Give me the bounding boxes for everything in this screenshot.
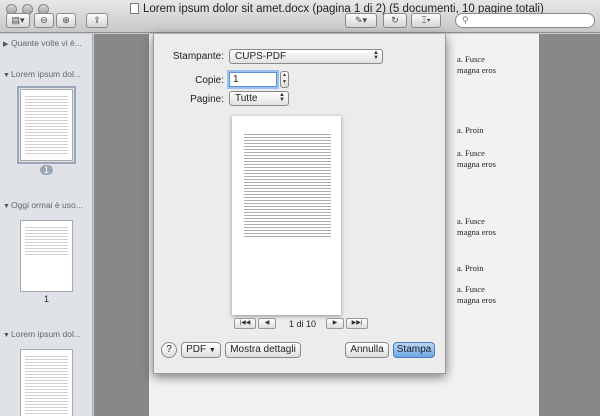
- select-icon: ⌶▾: [421, 15, 431, 25]
- zoom-out-button[interactable]: ⊖: [34, 13, 54, 28]
- cancel-button[interactable]: Annulla: [345, 342, 389, 358]
- search-field[interactable]: ⚲: [455, 13, 595, 28]
- disclosure-triangle-icon[interactable]: ▼: [3, 69, 11, 81]
- select-tool-button[interactable]: ⌶▾: [411, 13, 441, 28]
- zoom-in-icon: ⊕: [62, 15, 70, 25]
- last-page-button[interactable]: ▶▶|: [346, 318, 368, 329]
- next-page-button[interactable]: ▶: [326, 318, 344, 329]
- first-page-button[interactable]: |◀◀: [234, 318, 256, 329]
- first-page-icon: |◀◀: [239, 320, 251, 326]
- page-number-label: 1: [43, 294, 49, 304]
- show-details-button[interactable]: Mostra dettagli: [225, 342, 301, 358]
- up-down-arrows-icon: ▲ ▼: [279, 92, 285, 103]
- document-icon: [130, 3, 139, 14]
- share-icon: ⇪: [93, 15, 101, 25]
- help-button[interactable]: ?: [161, 342, 177, 358]
- zoom-in-button[interactable]: ⊕: [56, 13, 76, 28]
- sidebar-group-4[interactable]: ▼Lorem ipsum dol...: [0, 327, 92, 341]
- sidebar-group-2[interactable]: ▼Lorem ipsum dol...: [0, 67, 92, 81]
- copies-field[interactable]: 1: [229, 72, 277, 87]
- rotate-icon: ↻: [391, 15, 399, 25]
- print-dialog: Stampante: CUPS-PDF ▲ ▼ Copie: 1 ▲ ▼ Pagine…: [153, 34, 446, 374]
- sidebar: ▶ Quante volte vi è... ▼Lorem ipsum dol..…: [0, 34, 93, 416]
- page-thumbnail[interactable]: [17, 86, 76, 164]
- disclosure-triangle-icon[interactable]: ▼: [3, 200, 11, 212]
- previous-page-button[interactable]: ◀: [258, 318, 276, 329]
- zoom-out-icon: ⊖: [40, 15, 48, 25]
- window-title: Lorem ipsum dolor sit amet.docx (pagina …: [130, 3, 544, 15]
- pen-icon: ✎▾: [354, 15, 368, 25]
- last-page-icon: ▶▶|: [351, 320, 363, 326]
- rotate-button[interactable]: ↻: [383, 13, 407, 28]
- page-indicator: 1 di 10: [289, 319, 317, 329]
- pages-label: Pagine:: [190, 94, 224, 105]
- disclosure-triangle-icon[interactable]: ▼: [3, 329, 11, 341]
- annotate-button[interactable]: ✎▾: [345, 13, 377, 28]
- share-button[interactable]: ⇪: [86, 13, 108, 28]
- disclosure-triangle-icon[interactable]: ▶: [3, 38, 11, 50]
- sidebar-toggle-button[interactable]: ▤▾: [6, 13, 30, 28]
- title-bar: Lorem ipsum dolor sit amet.docx (pagina …: [0, 0, 600, 33]
- print-preview: [232, 116, 341, 315]
- sidebar-group-3[interactable]: ▼Oggi ormai è uso...: [0, 198, 92, 212]
- up-down-arrows-icon: ▲ ▼: [373, 50, 379, 61]
- page-thumbnail[interactable]: [20, 349, 73, 416]
- printer-label: Stampante:: [172, 51, 224, 62]
- previous-page-icon: ◀: [264, 320, 270, 326]
- sidebar-group-1[interactable]: ▶ Quante volte vi è...: [0, 36, 92, 50]
- pdf-menu-button[interactable]: PDF ▼: [181, 342, 221, 358]
- copies-label: Copie:: [195, 75, 224, 86]
- copies-stepper[interactable]: ▲ ▼: [280, 71, 289, 88]
- sidebar-icon: ▤▾: [11, 15, 25, 25]
- pages-select[interactable]: Tutte ▲ ▼: [229, 91, 289, 106]
- chevron-down-icon: ▼: [208, 347, 216, 354]
- next-page-icon: ▶: [332, 320, 338, 326]
- page-thumbnail[interactable]: [20, 220, 73, 292]
- page-number-label: 1: [0, 165, 92, 175]
- print-button[interactable]: Stampa: [393, 342, 435, 358]
- search-icon: ⚲: [462, 15, 469, 25]
- printer-select[interactable]: CUPS-PDF ▲ ▼: [229, 49, 383, 64]
